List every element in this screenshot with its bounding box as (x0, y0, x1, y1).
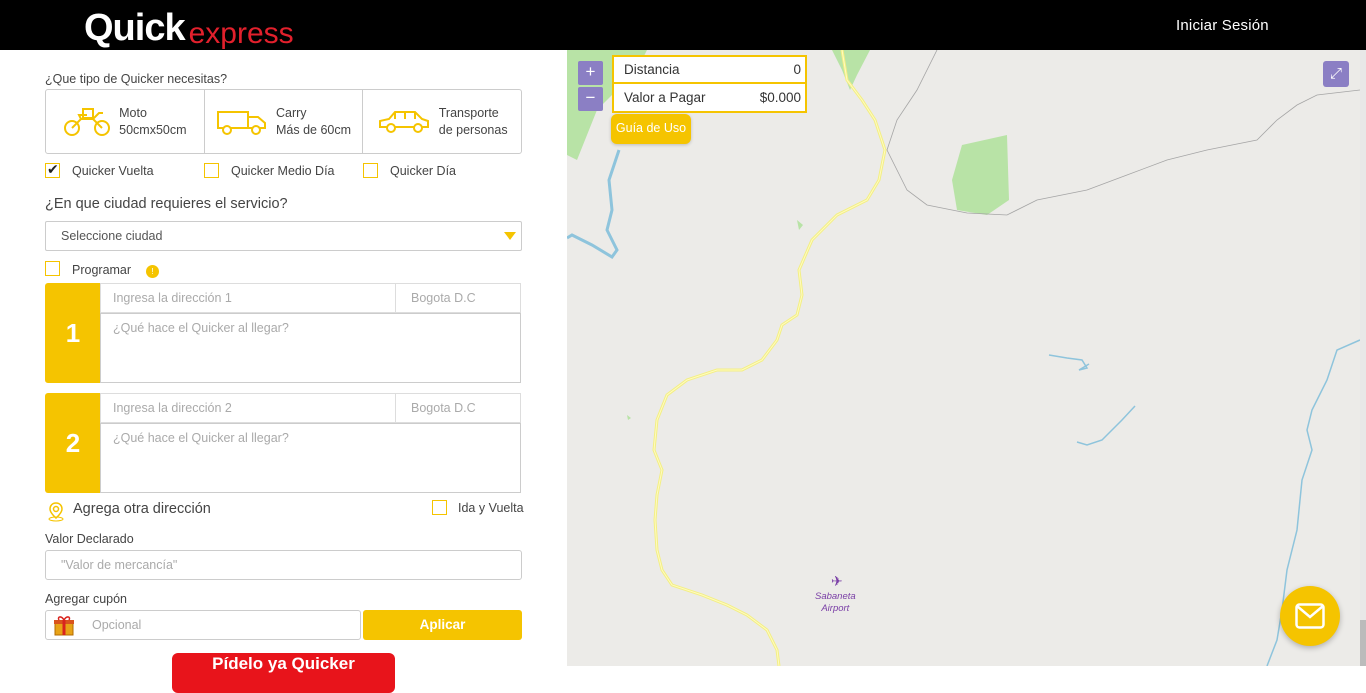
quicker-dia-label: Quicker Día (390, 164, 456, 178)
note-textarea-2-placeholder: ¿Qué hace el Quicker al llegar? (113, 431, 289, 445)
order-quicker-button[interactable]: Pídelo ya Quicker (172, 653, 395, 693)
schedule-checkbox[interactable] (45, 261, 60, 276)
price-value: $0.000 (759, 90, 801, 105)
mail-icon (1295, 603, 1325, 629)
city-input-1-placeholder: Bogota D.C (411, 291, 476, 305)
note-textarea-1[interactable]: ¿Qué hace el Quicker al llegar? (100, 313, 521, 383)
quicker-medio-dia-checkbox[interactable] (204, 163, 219, 178)
contact-mail-button[interactable] (1280, 586, 1340, 646)
vehicle-option-transporte[interactable]: Transporte de personas (363, 90, 521, 153)
vehicle-selector: Moto 50cmx50cm Carry Más de 60cm Transpo… (45, 89, 522, 154)
logo-express-text: express (188, 17, 294, 50)
quicker-dia-checkbox[interactable] (363, 163, 378, 178)
quicker-medio-dia-label: Quicker Medio Día (231, 164, 335, 178)
quicker-vuelta-checkbox[interactable] (45, 161, 60, 178)
top-header: Quick express Iniciar Sesión (0, 0, 1366, 50)
schedule-label: Programar (72, 263, 132, 277)
price-label: Valor a Pagar (624, 90, 706, 105)
apply-coupon-button[interactable]: Aplicar (363, 610, 522, 640)
distance-value: 0 (793, 62, 801, 77)
vehicle-question-label: ¿Que tipo de Quicker necesitas? (45, 72, 228, 86)
vehicle-carry-size: Más de 60cm (275, 122, 352, 137)
vehicle-transporte-size: de personas (438, 122, 508, 137)
distance-label: Distancia (624, 62, 680, 77)
declared-value-label: Valor Declarado (45, 532, 134, 546)
route-map[interactable]: + − Distancia 0 Valor a Pagar $0.000 Guí… (567, 50, 1360, 666)
city-question-label: ¿En que ciudad requieres el servicio? (45, 196, 288, 212)
price-row: Valor a Pagar $0.000 (614, 85, 805, 112)
city-select-value: Seleccione ciudad (61, 229, 163, 243)
page-scrollbar[interactable] (1360, 50, 1366, 666)
address-input-1[interactable]: Ingresa la dirección 1 (100, 283, 396, 313)
address-input-1-placeholder: Ingresa la dirección 1 (113, 291, 232, 305)
declared-value-placeholder: "Valor de mercancía" (61, 558, 178, 572)
address-input-2-placeholder: Ingresa la dirección 2 (113, 401, 232, 415)
note-textarea-2[interactable]: ¿Qué hace el Quicker al llegar? (100, 423, 521, 493)
vehicle-moto-size: 50cmx50cm (119, 122, 187, 137)
add-address-link[interactable]: Agrega otra dirección (73, 501, 211, 517)
van-icon (216, 110, 266, 135)
city-input-1[interactable]: Bogota D.C (395, 283, 521, 313)
coupon-input[interactable]: Opcional (45, 610, 361, 640)
vehicle-option-carry[interactable]: Carry Más de 60cm (205, 90, 364, 153)
user-guide-button[interactable]: Guía de Uso (611, 114, 691, 144)
vehicle-transporte-title: Transporte (438, 105, 499, 120)
vehicle-moto-title: Moto (119, 105, 147, 120)
zoom-out-button[interactable]: − (578, 87, 603, 111)
motorcycle-icon (64, 107, 111, 136)
logo-quick-text: Quick (84, 7, 186, 49)
airport-icon: ✈ (831, 573, 843, 589)
route-info-panel: Distancia 0 Valor a Pagar $0.000 (612, 55, 807, 113)
airport-label: Sabaneta Airport (815, 591, 856, 615)
scrollbar-thumb[interactable] (1360, 620, 1366, 666)
airport-type: Airport (821, 603, 850, 614)
order-form: ¿Que tipo de Quicker necesitas? Moto 50c… (0, 50, 567, 693)
city-input-2-placeholder: Bogota D.C (411, 401, 476, 415)
quicker-vuelta-label: Quicker Vuelta (72, 164, 154, 178)
location-pin-icon[interactable] (46, 501, 66, 522)
coupon-placeholder: Opcional (92, 618, 142, 632)
vehicle-option-moto[interactable]: Moto 50cmx50cm (46, 90, 205, 153)
quick-express-logo[interactable]: Quick express (84, 4, 294, 50)
car-icon (378, 110, 429, 133)
round-trip-checkbox[interactable] (432, 500, 447, 515)
caret-down-icon (504, 232, 516, 240)
zoom-in-button[interactable]: + (578, 61, 603, 85)
coupon-label: Agregar cupón (45, 592, 128, 606)
vehicle-carry-title: Carry (275, 105, 307, 120)
declared-value-input[interactable]: "Valor de mercancía" (45, 550, 522, 580)
login-link[interactable]: Iniciar Sesión (1176, 17, 1269, 34)
city-input-2[interactable]: Bogota D.C (395, 393, 521, 423)
info-icon[interactable]: ! (146, 265, 159, 278)
stop-number-1: 1 (45, 283, 101, 383)
city-select[interactable]: Seleccione ciudad (45, 221, 522, 251)
gift-icon (54, 616, 74, 636)
address-input-2[interactable]: Ingresa la dirección 2 (100, 393, 396, 423)
fullscreen-icon[interactable]: ⤢ (1323, 61, 1349, 87)
airport-name: Sabaneta (815, 591, 856, 602)
distance-row: Distancia 0 (614, 57, 805, 84)
round-trip-label: Ida y Vuelta (458, 501, 524, 515)
note-textarea-1-placeholder: ¿Qué hace el Quicker al llegar? (113, 321, 289, 335)
stop-number-2: 2 (45, 393, 101, 493)
